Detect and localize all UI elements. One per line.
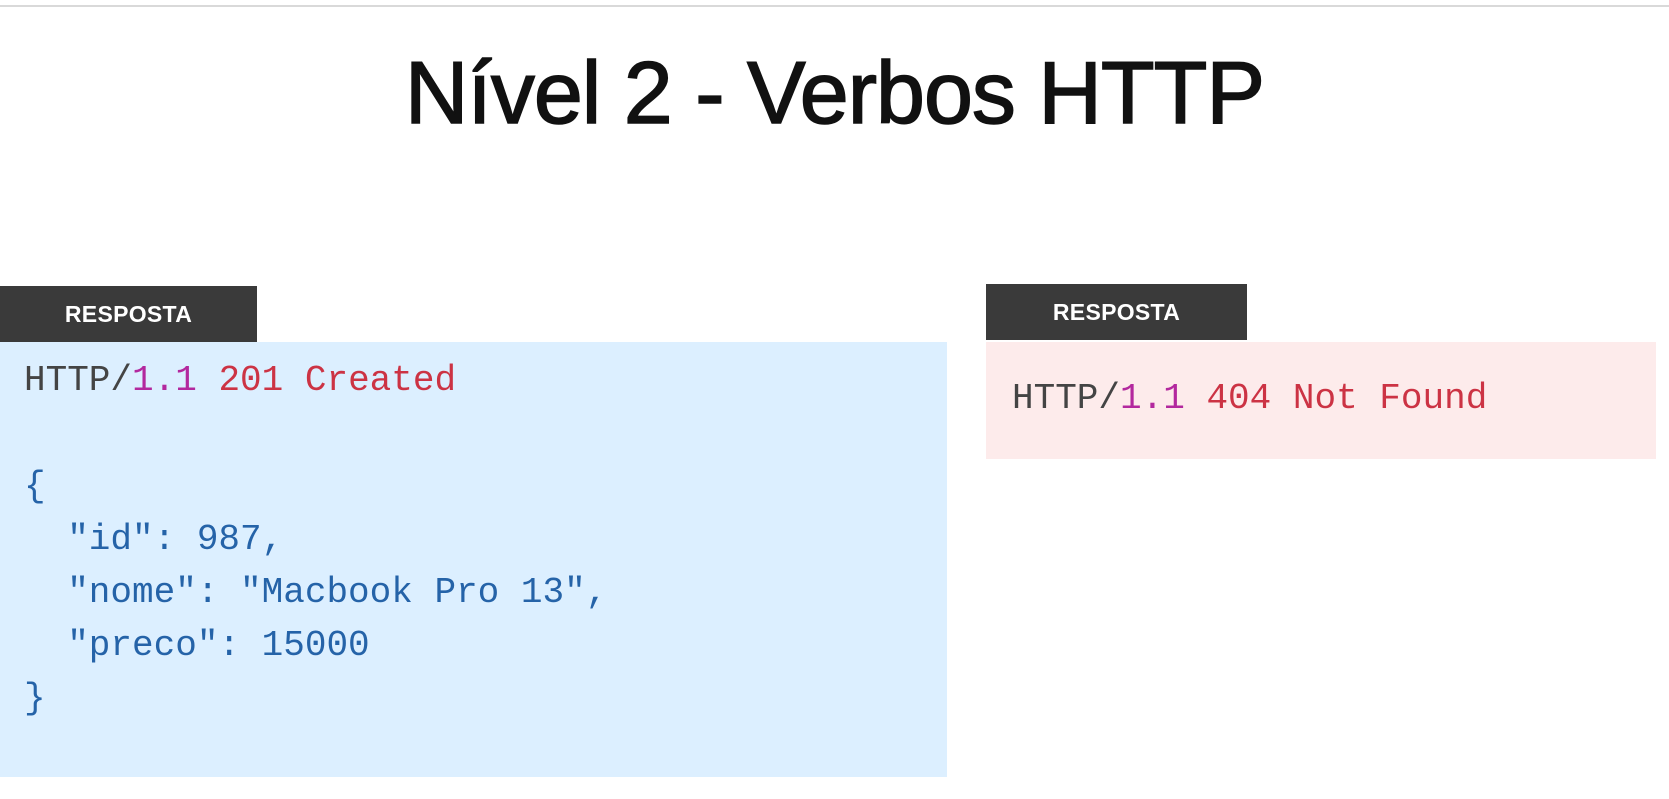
status-protocol: HTTP/	[1012, 378, 1121, 419]
status-line: HTTP/1.1 201 Created	[24, 354, 456, 407]
json-line: "preco": 15000	[24, 625, 370, 666]
response-tag-left: RESPOSTA	[0, 286, 257, 342]
json-line: "nome": "Macbook Pro 13",	[24, 572, 608, 613]
response-tag-right: RESPOSTA	[986, 284, 1247, 340]
status-code: 404 Not Found	[1184, 378, 1488, 419]
slide-title: Nível 2 - Verbos HTTP	[404, 42, 1266, 143]
status-version: 1.1	[1120, 378, 1185, 419]
json-line: {	[24, 466, 46, 507]
response-box-not-found: HTTP/1.1 404 Not Found	[986, 342, 1656, 459]
json-line: }	[24, 678, 46, 719]
status-version: 1.1	[132, 360, 197, 401]
response-box-created: HTTP/1.1 201 Created { "id": 987, "nome"…	[0, 342, 947, 777]
status-line: HTTP/1.1 404 Not Found	[1012, 372, 1487, 425]
top-divider	[0, 5, 1669, 7]
status-code: 201 Created	[196, 360, 457, 401]
status-protocol: HTTP/	[24, 360, 133, 401]
json-line: "id": 987,	[24, 519, 284, 560]
